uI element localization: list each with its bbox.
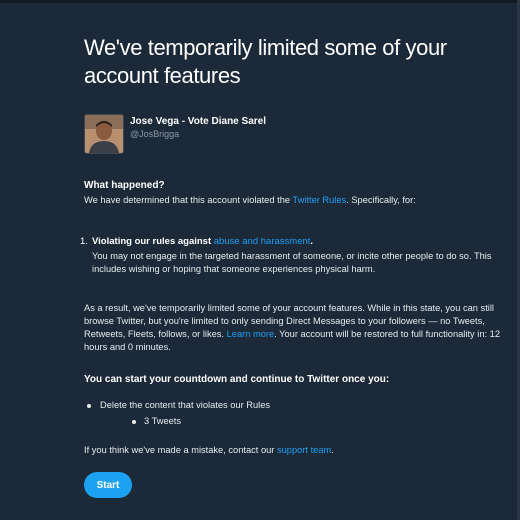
list-item: Delete the content that violates our Rul…	[87, 400, 270, 410]
contact-text: If you think we've made a mistake, conta…	[84, 445, 334, 455]
bullet-icon	[132, 420, 136, 424]
violation-description: You may not engage in the targeted haras…	[92, 251, 492, 274]
violation-title: Violating our rules against abuse and ha…	[92, 236, 314, 247]
what-happened-heading: What happened?	[84, 180, 165, 191]
avatar	[84, 114, 124, 154]
violation-number: 1.	[80, 236, 88, 247]
avatar-image	[85, 115, 123, 153]
result-text: As a result, we've temporarily limited s…	[84, 303, 500, 352]
list-item: 3 Tweets	[132, 416, 181, 426]
bullet-icon	[87, 404, 91, 408]
notice-content: We've temporarily limited some of your a…	[80, 34, 516, 498]
support-team-link[interactable]: support team	[277, 445, 331, 455]
user-display-name: Jose Vega - Vote Diane Sarel	[130, 116, 266, 127]
twitter-rules-link[interactable]: Twitter Rules	[292, 195, 346, 205]
page-title: We've temporarily limited some of your a…	[84, 35, 447, 88]
learn-more-link[interactable]: Learn more	[227, 329, 275, 339]
countdown-heading: You can start your countdown and continu…	[84, 374, 390, 385]
start-button[interactable]: Start	[84, 472, 132, 498]
window-top-edge	[0, 0, 520, 3]
what-happened-text: We have determined that this account vio…	[84, 195, 416, 205]
abuse-harassment-link[interactable]: abuse and harassment	[214, 236, 311, 247]
user-handle: @JosBrigga	[130, 129, 180, 139]
